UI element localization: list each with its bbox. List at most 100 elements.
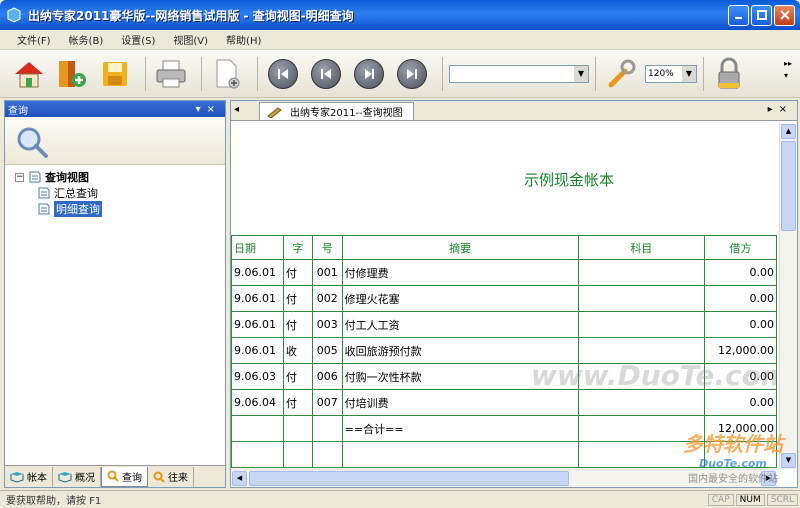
table-row[interactable] [231,441,777,468]
book-icon [10,471,24,483]
chevron-down-icon: ▼ [682,65,696,82]
scroll-up-icon[interactable]: ▲ [781,124,796,139]
column-header[interactable]: 借方 [704,235,777,260]
column-header[interactable]: 科目 [577,235,706,260]
document-tab[interactable]: 出纳专家2011--查询视图 [259,102,414,120]
query-item-icon [38,187,50,199]
vertical-scroll-thumb[interactable] [781,141,796,231]
previous-record-button[interactable] [307,55,345,93]
save-button[interactable] [96,55,134,93]
toolbar-overflow-icon[interactable]: ▸▸ ▾ [784,58,792,82]
maximize-button[interactable] [751,4,772,26]
last-icon [407,68,417,79]
table-cell: 9.06.01 [231,259,284,286]
tab-books[interactable]: 帐本 [5,466,53,487]
table-row[interactable]: ==合计== 12,000.00 [231,415,777,442]
collapse-icon[interactable]: − [15,172,24,182]
tree-item-detail[interactable]: 明细查询 [15,201,225,217]
scroll-right-icon[interactable]: ▶ [761,471,776,486]
table-cell: 9.06.01 [231,311,284,338]
horizontal-scrollbar[interactable]: ◀ ▶ [231,469,777,487]
first-record-button[interactable] [264,55,302,93]
query-panel-header: 查询 ▾× [5,101,225,117]
book-select[interactable]: ▼ [449,64,589,83]
horizontal-scroll-thumb[interactable] [249,471,569,486]
add-book-button[interactable] [53,55,91,93]
table-row[interactable]: 9.06.04 付 007 付培训费 0.00 [231,389,777,416]
menu-file[interactable]: 文件(F) [8,32,60,47]
tree-item-summary-label: 汇总查询 [54,187,98,200]
tree-root[interactable]: − 查询视图 [15,169,225,185]
column-header[interactable]: 摘要 [341,235,579,260]
vertical-scrollbar[interactable]: ▲ ▼ [779,123,797,469]
column-header[interactable]: 号 [311,235,343,260]
last-record-button[interactable] [393,55,431,93]
tab-transactions[interactable]: 往来 [148,466,194,487]
lock-button[interactable] [710,55,748,93]
table-cell: 付培训费 [341,389,579,416]
tab-controls[interactable]: ▸× [768,104,793,115]
zoom-select[interactable]: 120% ▼ [645,64,697,83]
tab-overview[interactable]: 概况 [53,466,101,487]
table-cell: 002 [311,285,343,312]
column-header[interactable]: 日期 [231,235,284,260]
next-record-button[interactable] [350,55,388,93]
app-icon [7,7,21,23]
add-book-icon [59,60,86,87]
save-icon [103,61,127,86]
table-cell [311,415,343,442]
tab-query-label: 查询 [122,472,142,484]
scroll-down-icon[interactable]: ▼ [781,453,796,468]
menu-settings[interactable]: 设置(S) [112,32,164,47]
table-cell: 007 [311,389,343,416]
minimize-button[interactable] [728,4,749,26]
query-item-icon [38,203,50,215]
document-tab-label: 出纳专家2011--查询视图 [290,108,403,119]
overview-icon [58,471,72,483]
first-icon [278,68,288,79]
menu-view[interactable]: 视图(V) [164,32,217,47]
table-cell: 付工人工资 [341,311,579,338]
table-cell [577,415,706,442]
window-title: 出纳专家2011豪华版--网络销售试用版 - 查询视图-明细查询 [28,8,354,23]
table-row[interactable]: 9.06.01 付 003 付工人工资 0.00 [231,311,777,338]
table-cell [231,415,284,442]
tab-scroll-left-icon[interactable]: ◂ [234,104,239,115]
tab-books-label: 帐本 [27,473,47,484]
menu-help[interactable]: 帮助(H) [217,32,270,47]
table-cell [577,311,706,338]
table-cell: 0.00 [704,311,777,338]
table-cell: 0.00 [704,285,777,312]
menu-accounts[interactable]: 帐务(B) [60,32,113,47]
table-cell [311,441,343,468]
table-cell [231,441,284,468]
table-cell: 12,000.00 [704,337,777,364]
print-button[interactable] [152,55,190,93]
table-cell [282,415,313,442]
scroll-left-icon[interactable]: ◀ [232,471,247,486]
toolbar: ▼ 120% ▼ ▸▸ ▾ [0,50,800,98]
toolbar-separator [703,56,704,91]
tab-query[interactable]: 查询 [101,466,148,487]
panel-close-icon[interactable]: × [207,104,221,115]
table-row[interactable]: 9.06.01 付 001 付修理费 0.00 [231,259,777,286]
status-bar: 要获取帮助，请按 F1 CAP NUM SCRL [0,490,800,508]
settings-button[interactable] [602,55,640,93]
menu-bar: 文件(F) 帐务(B) 设置(S) 视图(V) 帮助(H) [0,30,800,50]
panel-menu-icon[interactable]: ▾ [196,104,207,115]
column-header[interactable]: 字 [282,235,313,260]
query-panel-title: 查询 [8,105,28,117]
table-cell [704,441,777,468]
table-row[interactable]: 9.06.01 收 005 收回旅游预付款 12,000.00 [231,337,777,364]
table-row[interactable]: 9.06.01 付 002 修理火花塞 0.00 [231,285,777,312]
home-button[interactable] [10,55,48,93]
table-cell: 003 [311,311,343,338]
table-cell: 9.06.04 [231,389,284,416]
new-document-button[interactable] [208,55,246,93]
table-row[interactable]: 9.06.03 付 006 付购一次性杯款 0.00 [231,363,777,390]
table-cell: 9.06.03 [231,363,284,390]
close-button[interactable] [774,4,795,26]
table-cell [577,441,706,468]
tree-item-summary[interactable]: 汇总查询 [15,185,225,201]
table-cell: 收回旅游预付款 [341,337,579,364]
